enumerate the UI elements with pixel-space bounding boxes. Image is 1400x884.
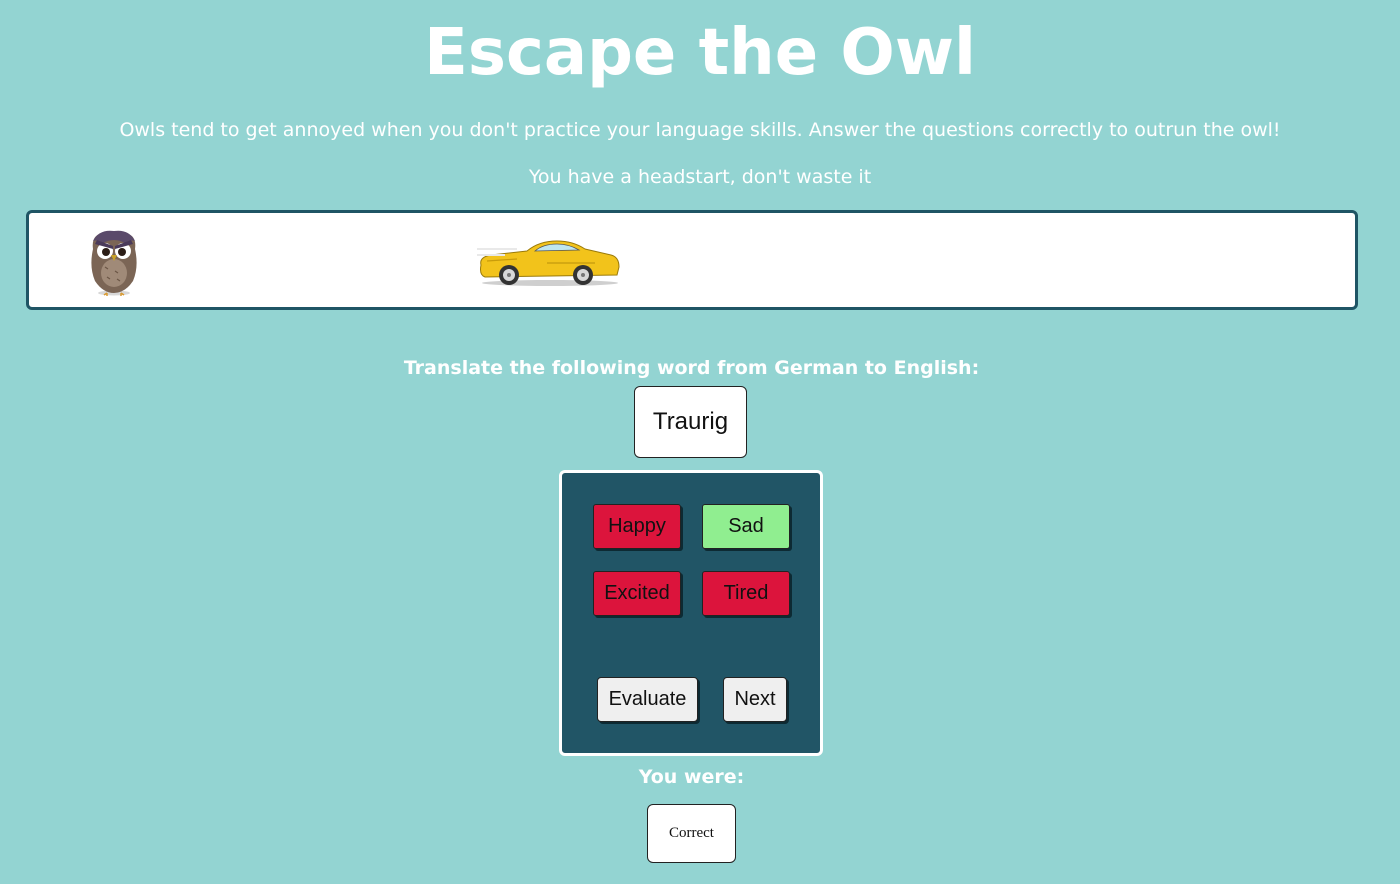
intro-text: Owls tend to get annoyed when you don't … [119, 119, 1281, 141]
result-value: Correct [647, 804, 736, 863]
evaluate-button[interactable]: Evaluate [597, 677, 698, 722]
quiz-prompt: Translate the following word from German… [403, 357, 980, 379]
result-label: You were: [638, 766, 745, 788]
choice-excited-button[interactable]: Excited [593, 571, 681, 616]
owl-icon [91, 230, 137, 296]
choice-tired-button[interactable]: Tired [702, 571, 790, 616]
answer-panel: Happy Sad Excited Tired Evaluate Next [559, 470, 823, 756]
headstart-text: You have a headstart, don't waste it [528, 166, 872, 188]
german-word: Traurig [634, 386, 747, 458]
choice-happy-button[interactable]: Happy [593, 504, 681, 549]
race-track [26, 210, 1358, 310]
next-button[interactable]: Next [723, 677, 787, 722]
page-title: Escape the Owl [424, 16, 976, 90]
page: Escape the Owl Owls tend to get annoyed … [0, 0, 1400, 884]
car-icon [477, 240, 620, 286]
choice-sad-button[interactable]: Sad [702, 504, 790, 549]
